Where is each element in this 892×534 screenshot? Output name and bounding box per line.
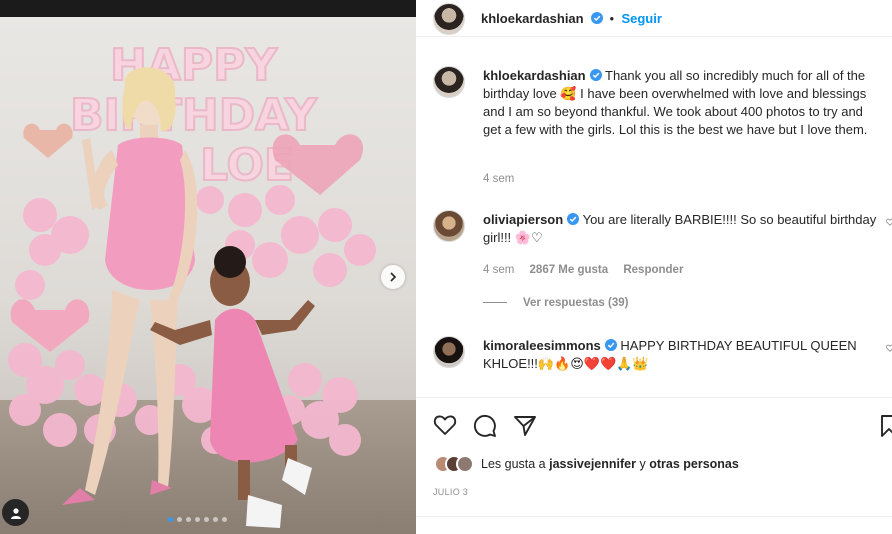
comment-like-heart-icon[interactable] [886,218,892,226]
share-icon[interactable] [513,414,537,438]
carousel-dot [222,517,227,522]
commenter-avatar[interactable] [433,210,465,242]
carousel-dot [168,517,173,522]
comment-likes[interactable]: 2867 Me gusta [530,264,609,276]
post-photo: HAPPY BIRTHDAY LOE [0,0,416,534]
add-comment-row[interactable] [416,516,892,534]
verified-badge-icon [567,213,580,225]
verified-badge-icon [604,339,617,351]
caption-block: khloekardashian Thank you all so incredi… [483,67,878,139]
follow-button[interactable]: Seguir [621,11,661,26]
carousel-next-button[interactable] [381,265,405,289]
carousel-dot [204,517,209,522]
likes-joiner: y [639,457,646,471]
post-header: khloekardashian • Seguir [416,0,892,37]
commenter-username[interactable]: kimoraleesimmons [483,338,601,353]
replies-divider-line [483,302,507,304]
comment-block: kimoraleesimmons HAPPY BIRTHDAY BEAUTIFU… [483,337,878,373]
carousel-dots [168,517,227,522]
comment-like-heart-icon[interactable] [886,344,892,352]
likes-user[interactable]: jassivejennifer [549,457,636,471]
chevron-right-icon [390,272,397,282]
caption-age: 4 sem [483,173,515,185]
caption-author-username[interactable]: khloekardashian [483,68,586,83]
post-actions: Les gusta a jassivejennifer y otras pers… [416,397,892,534]
comment-meta: 4 sem 2867 Me gusta Responder [483,264,683,276]
carousel-dot [195,517,200,522]
caption-author-avatar[interactable] [433,66,465,98]
carousel-dot [177,517,182,522]
view-replies-button[interactable]: Ver respuestas (39) [483,297,628,309]
tag-user-icon [10,507,21,519]
comment-reply-button[interactable]: Responder [623,264,683,276]
verified-badge-icon [589,69,602,81]
bookmark-icon[interactable] [879,414,892,438]
comment-icon[interactable] [473,414,497,438]
commenter-username[interactable]: oliviapierson [483,212,563,227]
header-separator: • [609,12,614,26]
verified-badge-icon [591,12,604,24]
balloon-letters-birthday: BIRTHDAY [70,90,318,141]
commenter-avatar[interactable] [433,336,465,368]
comment-block: oliviapierson You are literally BARBIE!!… [483,211,878,247]
likes-prefix: Les gusta a [481,457,546,471]
post-date: JULIO 3 [433,487,469,497]
heart-icon[interactable] [433,414,457,436]
author-avatar[interactable] [433,3,465,35]
liker-avatar [456,455,474,473]
likes-text: Les gusta a jassivejennifer y otras pers… [481,457,739,471]
tagged-users-button[interactable] [2,499,29,526]
comment-age: 4 sem [483,264,515,276]
carousel-dot [213,517,218,522]
view-replies-label: Ver respuestas (39) [523,297,629,309]
comments-list: khloekardashian Thank you all so incredi… [416,38,892,396]
likes-summary: Les gusta a jassivejennifer y otras pers… [434,455,739,473]
author-username[interactable]: khloekardashian [481,11,584,26]
post-sidebar: khloekardashian • Seguir khloekardashian… [416,0,892,534]
likes-others[interactable]: otras personas [649,457,739,471]
carousel-dot [186,517,191,522]
party-scene: HAPPY BIRTHDAY LOE [8,39,376,528]
